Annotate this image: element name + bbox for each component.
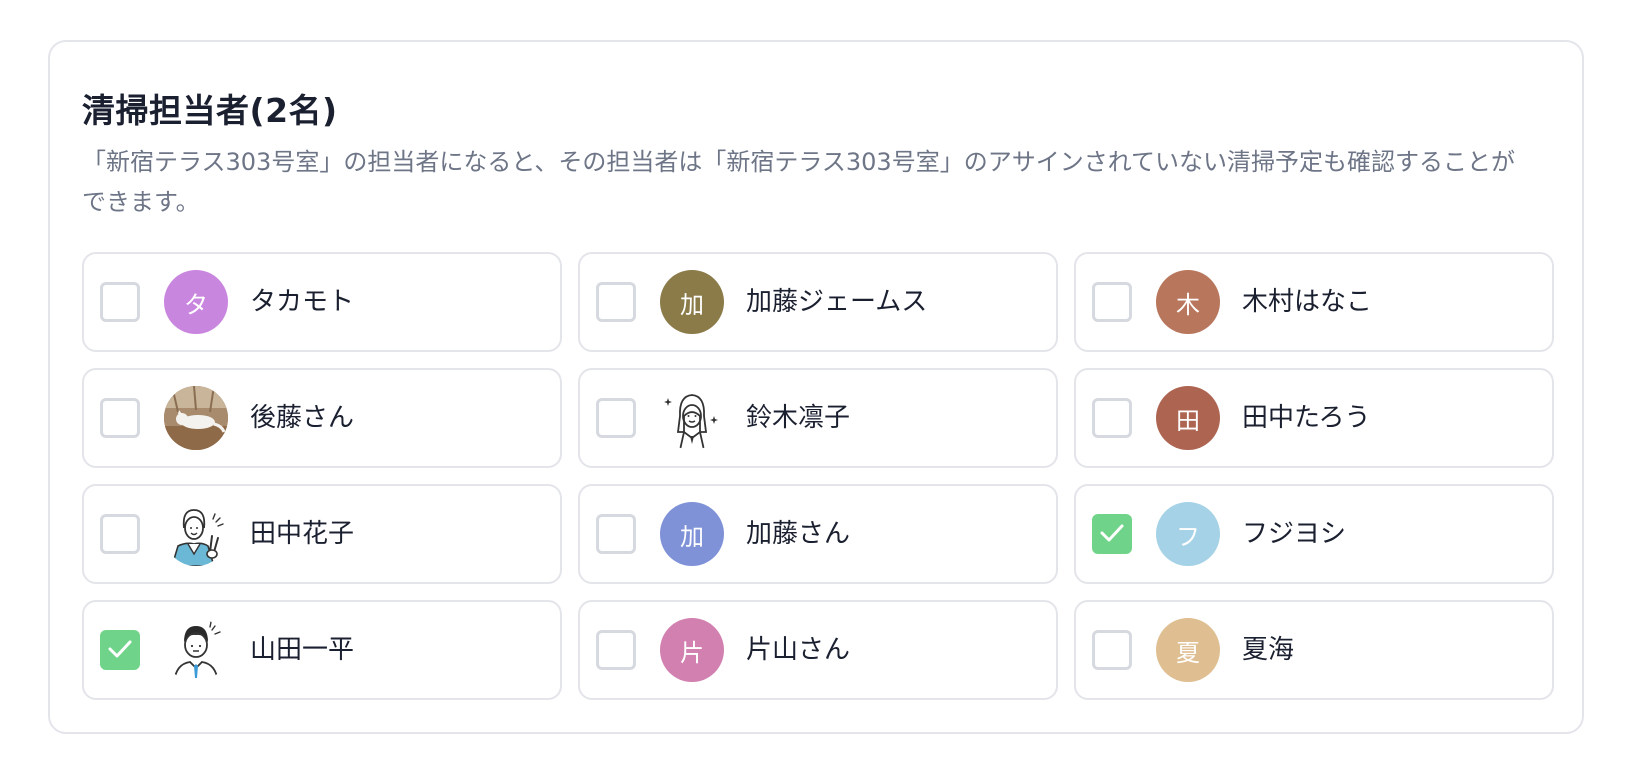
cleaning-staff-panel: 清掃担当者(2名) 「新宿テラス303号室」の担当者になると、その担当者は「新宿… [48,40,1584,734]
member-grid: タタカモト加加藤ジェームス木木村はなこ 後藤さん 鈴木凛子田田中たろう 田中花子加加藤… [82,252,1554,700]
member-avatar: フ [1156,502,1220,566]
member-name: 夏海 [1242,635,1295,665]
member-checkbox[interactable] [1092,398,1132,438]
member-card[interactable]: 田中花子 [82,484,562,584]
woman-peace-illustration-icon [164,502,228,566]
member-card[interactable]: 片 片山さん [578,600,1058,700]
woman-illustration-icon [660,386,724,450]
member-card[interactable]: 木 木村はなこ [1074,252,1554,352]
member-checkbox[interactable] [1092,282,1132,322]
avatar-initial: 木 [1176,290,1200,319]
member-name: 山田一平 [250,635,355,665]
member-avatar [660,386,724,450]
member-avatar: 加 [660,502,724,566]
avatar-initial: タ [184,290,208,319]
member-name: 鈴木凛子 [746,403,851,433]
member-avatar [164,502,228,566]
man-illustration-icon [164,618,228,682]
member-checkbox[interactable] [596,282,636,322]
member-avatar [164,386,228,450]
member-avatar [164,618,228,682]
member-name: タカモト [250,287,355,317]
avatar-initial: 加 [680,522,704,551]
member-card[interactable]: 田 田中たろう [1074,368,1554,468]
member-checkbox[interactable] [596,398,636,438]
member-avatar: 片 [660,618,724,682]
member-checkbox[interactable] [100,514,140,554]
member-card[interactable]: 加 加藤さん [578,484,1058,584]
avatar-initial: 加 [680,290,704,319]
member-checkbox[interactable] [100,282,140,322]
member-card[interactable]: 加 加藤ジェームス [578,252,1058,352]
member-avatar: 加 [660,270,724,334]
member-avatar: 田 [1156,386,1220,450]
member-name: 木村はなこ [1242,287,1373,317]
member-checkbox-checked[interactable] [100,630,140,670]
member-checkbox-checked[interactable] [1092,514,1132,554]
member-name: 後藤さん [250,403,355,433]
member-name: 田中花子 [250,519,355,549]
avatar-initial: 田 [1176,406,1200,435]
check-icon [108,640,132,658]
member-card[interactable]: フ フジヨシ [1074,484,1554,584]
member-name: 片山さん [746,635,851,665]
cat-photo-icon [164,386,228,450]
member-card[interactable]: タ タカモト [82,252,562,352]
check-icon [1100,524,1124,542]
member-name: 田中たろう [1242,403,1371,433]
member-checkbox[interactable] [100,398,140,438]
section-description: 「新宿テラス303号室」の担当者になると、その担当者は「新宿テラス303号室」の… [82,148,1515,216]
member-avatar: 木 [1156,270,1220,334]
member-avatar: タ [164,270,228,334]
member-name: フジヨシ [1242,519,1347,549]
member-card[interactable]: 山田一平 [82,600,562,700]
member-checkbox[interactable] [1092,630,1132,670]
member-card[interactable]: 鈴木凛子 [578,368,1058,468]
member-checkbox[interactable] [596,514,636,554]
section-title: 清掃担当者(2名) [82,91,338,130]
member-name: 加藤ジェームス [746,287,928,317]
avatar-initial: 夏 [1176,638,1200,667]
member-avatar: 夏 [1156,618,1220,682]
member-checkbox[interactable] [596,630,636,670]
avatar-initial: フ [1176,522,1200,551]
member-card[interactable]: 後藤さん [82,368,562,468]
member-card[interactable]: 夏 夏海 [1074,600,1554,700]
avatar-initial: 片 [680,638,704,667]
member-name: 加藤さん [746,519,851,549]
